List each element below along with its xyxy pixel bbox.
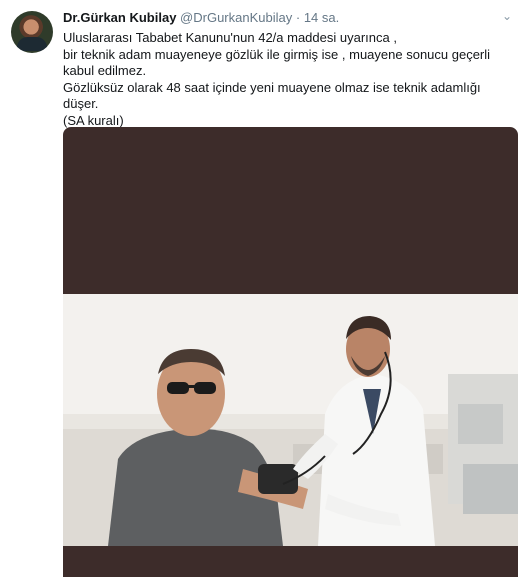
- tweet-line: Uluslararası Tababet Kanunu'nun 42/a mad…: [63, 30, 397, 45]
- photo[interactable]: [63, 294, 518, 546]
- timestamp[interactable]: 14 sa.: [304, 10, 339, 25]
- tweet-text: Uluslararası Tababet Kanunu'nun 42/a mad…: [63, 30, 513, 129]
- tweet-line: bir teknik adam muayeneye gözlük ile gir…: [63, 46, 491, 79]
- avatar[interactable]: [11, 11, 53, 53]
- tweet-header: Dr.Gürkan Kubilay @DrGurkanKubilay · 14 …: [63, 10, 339, 25]
- author-handle[interactable]: @DrGurkanKubilay: [180, 10, 292, 25]
- tweet-media[interactable]: [63, 127, 518, 577]
- chevron-down-icon[interactable]: ⌄: [500, 9, 514, 23]
- separator: ·: [295, 10, 301, 25]
- tweet-line: Gözlüksüz olarak 48 saat içinde yeni mua…: [63, 79, 481, 112]
- author-name[interactable]: Dr.Gürkan Kubilay: [63, 10, 176, 25]
- tweet[interactable]: Dr.Gürkan Kubilay @DrGurkanKubilay · 14 …: [0, 0, 524, 577]
